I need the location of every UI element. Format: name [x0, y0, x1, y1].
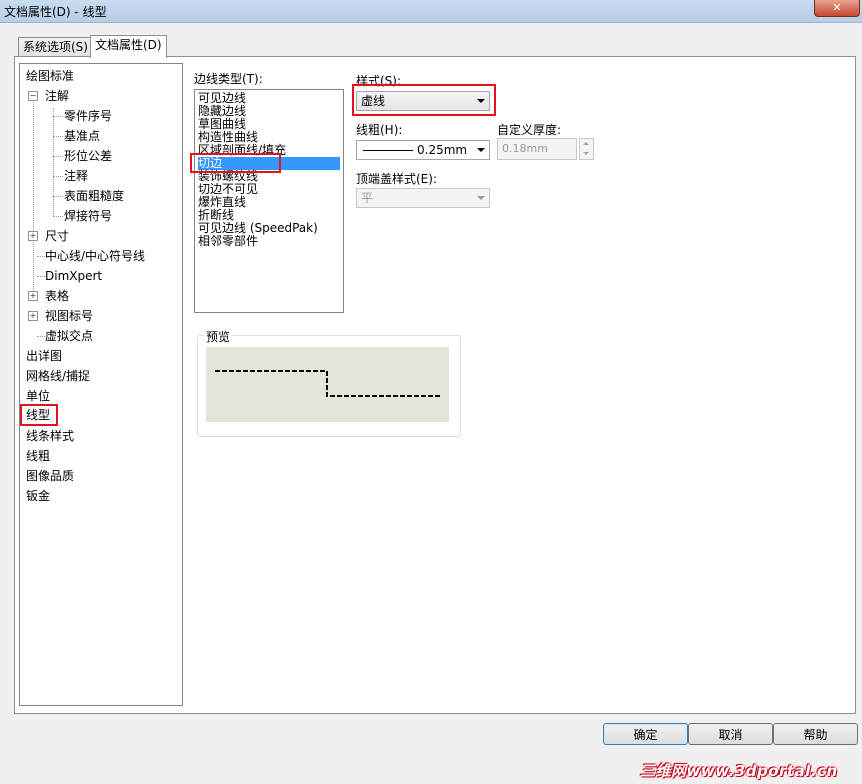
window-title: 文档属性(D) - 线型: [4, 5, 107, 19]
tree-item-gtol[interactable]: 形位公差: [64, 148, 112, 164]
line-sample-icon: [363, 150, 413, 151]
title-bar: [0, 0, 862, 23]
spin-down-icon[interactable]: [583, 152, 589, 155]
tree-item-weld-symbols[interactable]: 焊接符号: [64, 208, 112, 224]
preview-canvas: [206, 347, 449, 422]
tree-item-view-labels[interactable]: 视图标号: [45, 308, 93, 324]
tree-item-detailing[interactable]: 出详图: [26, 348, 62, 364]
preview-label: 预览: [204, 328, 233, 345]
tree-item-line-font[interactable]: 线型: [20, 404, 58, 426]
expand-icon[interactable]: +: [28, 311, 38, 321]
tree-item-sheet-metal[interactable]: 钣金: [26, 488, 50, 504]
tree-item-line-thickness[interactable]: 线粗: [26, 448, 50, 464]
expand-icon[interactable]: +: [28, 291, 38, 301]
tab-system-options[interactable]: 系统选项(S): [18, 37, 93, 57]
tree-item-balloons[interactable]: 零件序号: [64, 108, 112, 124]
tree-item-line-style[interactable]: 线条样式: [26, 428, 74, 444]
tree-item-dimxpert[interactable]: DimXpert: [45, 268, 102, 284]
tangent-edge-preview-icon: [215, 370, 442, 397]
edge-type-label: 边线类型(T):: [194, 72, 263, 86]
tree-item-tables[interactable]: 表格: [45, 288, 69, 304]
expand-icon[interactable]: +: [28, 231, 38, 241]
end-cap-label: 顶端盖样式(E):: [356, 172, 437, 186]
tree-item-annotations[interactable]: 注解: [45, 88, 69, 104]
spin-up-icon[interactable]: [583, 142, 589, 145]
highlight-box: [190, 153, 281, 173]
chevron-down-icon: [477, 99, 485, 103]
tree-item-virtual-sharps[interactable]: 虚拟交点: [45, 328, 93, 344]
watermark: 三维网www.3dportal.cn: [640, 762, 838, 780]
tree-item-drafting-standard[interactable]: 绘图标准: [26, 68, 74, 84]
chevron-down-icon: [477, 196, 485, 200]
tree-item-image-quality[interactable]: 图像品质: [26, 468, 74, 484]
custom-thickness-label: 自定义厚度:: [497, 123, 562, 137]
tree-item-surface-finish[interactable]: 表面粗糙度: [64, 188, 124, 204]
list-item[interactable]: 相邻零部件: [198, 235, 340, 248]
tree-item-units[interactable]: 单位: [26, 388, 50, 404]
collapse-icon[interactable]: −: [28, 91, 38, 101]
style-dropdown[interactable]: 虚线: [356, 91, 490, 111]
tree-item-grid-snap[interactable]: 网格线/捕捉: [26, 368, 90, 384]
thickness-dropdown[interactable]: 0.25mm: [356, 140, 490, 160]
thickness-label: 线粗(H):: [356, 123, 403, 137]
cancel-button[interactable]: 取消: [688, 723, 773, 745]
edge-type-list[interactable]: 可见边线 隐藏边线 草图曲线 构造性曲线 区域剖面线/填充 切边 装饰螺纹线 切…: [194, 89, 344, 313]
close-button[interactable]: ✕: [814, 0, 860, 17]
ok-button[interactable]: 确定: [603, 723, 688, 745]
end-cap-value: 平: [361, 191, 374, 205]
chevron-down-icon: [477, 148, 485, 152]
end-cap-dropdown[interactable]: 平: [356, 188, 490, 208]
style-value: 虚线: [361, 94, 386, 108]
tab-document-properties[interactable]: 文档属性(D): [90, 35, 167, 58]
tree-item-centerlines[interactable]: 中心线/中心符号线: [45, 248, 145, 264]
settings-tree[interactable]: 绘图标准 − 注解 零件序号 基准点 形位公差 注释 表面粗糙度 焊接符号 + …: [19, 63, 183, 706]
custom-thickness-input[interactable]: 0.18mm: [497, 138, 577, 160]
help-button[interactable]: 帮助: [773, 723, 858, 745]
thickness-spinner[interactable]: [579, 138, 594, 160]
tree-item-notes[interactable]: 注释: [64, 168, 88, 184]
tree-item-dimensions[interactable]: 尺寸: [45, 228, 69, 244]
tree-item-datums[interactable]: 基准点: [64, 128, 100, 144]
thickness-value: 0.25mm: [417, 143, 468, 157]
